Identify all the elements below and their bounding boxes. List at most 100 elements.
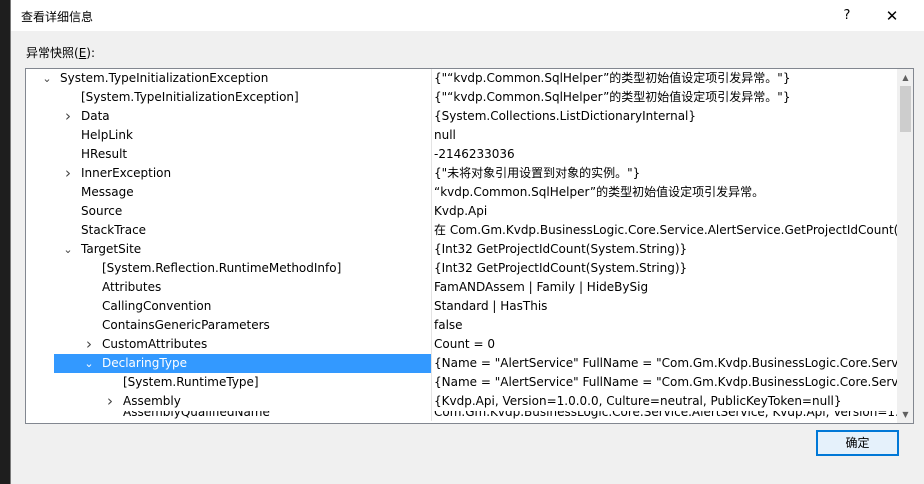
property-name: Source	[81, 204, 123, 218]
property-row[interactable]: HResult -2146233036	[26, 145, 897, 164]
snapshot-label-suffix: ):	[86, 46, 96, 60]
property-name-cell: ⌄ TargetSite	[26, 240, 432, 259]
property-name-cell: HResult	[26, 145, 432, 164]
property-row[interactable]: Message “kvdp.Common.SqlHelper”的类型初始值设定项引…	[26, 183, 897, 202]
property-name-cell: HelpLink	[26, 126, 432, 145]
property-name-cell: ⌄ System.TypeInitializationException	[26, 69, 432, 88]
property-row[interactable]: ContainsGenericParameters false	[26, 316, 897, 335]
chevron-down-icon[interactable]: ⌄	[83, 354, 95, 373]
property-value: {"未将对象引用设置到对象的实例。"}	[434, 166, 641, 180]
property-value: Kvdp.Api	[434, 204, 488, 218]
scroll-down-icon[interactable]: ▼	[897, 406, 913, 423]
property-row[interactable]: › InnerException {"未将对象引用设置到对象的实例。"}	[26, 164, 897, 183]
property-row[interactable]: [System.TypeInitializationException] {"“k…	[26, 88, 897, 107]
vertical-scrollbar[interactable]: ▲ ▼	[897, 69, 913, 423]
scrollbar-thumb[interactable]	[900, 86, 911, 132]
property-name-cell: › Data	[26, 107, 432, 126]
property-value: {Name = "AlertService" FullName = "Com.G…	[434, 356, 897, 370]
property-name: CustomAttributes	[102, 337, 208, 351]
property-row[interactable]: HelpLink null	[26, 126, 897, 145]
property-row[interactable]: AssemblyQualifiedName Com.Gm.Kvdp.Busines…	[26, 411, 897, 421]
property-name: TargetSite	[81, 242, 142, 256]
dialog-title: 查看详细信息	[21, 10, 94, 24]
property-name-cell: › Assembly	[26, 392, 432, 411]
property-name-cell: ContainsGenericParameters	[26, 316, 432, 335]
property-value: {Int32 GetProjectIdCount(System.String)}	[434, 261, 688, 275]
property-value: {Name = "AlertService" FullName = "Com.G…	[434, 375, 897, 389]
background-editor	[0, 0, 10, 484]
property-name: CallingConvention	[102, 299, 212, 313]
property-value: false	[434, 318, 463, 332]
property-name: StackTrace	[81, 223, 147, 237]
property-name-cell: [System.Reflection.RuntimeMethodInfo]	[26, 259, 432, 278]
property-value: null	[434, 128, 456, 142]
property-row[interactable]: [System.Reflection.RuntimeMethodInfo] {In…	[26, 259, 897, 278]
property-name: HelpLink	[81, 128, 133, 142]
property-row[interactable]: › Data {System.Collections.ListDictionaryI…	[26, 107, 897, 126]
property-name: InnerException	[81, 166, 172, 180]
property-name: Assembly	[123, 394, 181, 408]
property-name: [System.TypeInitializationException]	[81, 90, 299, 104]
property-row[interactable]: CallingConvention Standard | HasThis	[26, 297, 897, 316]
property-name-cell: StackTrace	[26, 221, 432, 240]
property-value: -2146233036	[434, 147, 515, 161]
property-name-cell: Source	[26, 202, 432, 221]
property-name: Message	[81, 185, 134, 199]
property-name-cell: › CustomAttributes	[26, 335, 432, 354]
property-row[interactable]: StackTrace 在 Com.Gm.Kvdp.BusinessLogic.C…	[26, 221, 897, 240]
title-bar: 查看详细信息 ? ✕	[11, 0, 924, 31]
property-row[interactable]: [System.RuntimeType] {Name = "AlertServic…	[26, 373, 897, 392]
property-name: HResult	[81, 147, 128, 161]
property-name-cell: ⌄ DeclaringType	[26, 354, 432, 373]
exception-snapshot-label: 异常快照(E):	[26, 44, 95, 61]
property-name: DeclaringType	[102, 356, 187, 370]
property-row[interactable]: ⌄ DeclaringType {Name = "AlertService" Ful…	[26, 354, 897, 373]
property-value: 在 Com.Gm.Kvdp.BusinessLogic.Core.Service…	[434, 223, 897, 237]
property-row[interactable]: › Assembly {Kvdp.Api, Version=1.0.0.0, Cul…	[26, 392, 897, 411]
property-value: FamANDAssem | Family | HideBySig	[434, 280, 649, 294]
property-name-cell: [System.TypeInitializationException]	[26, 88, 432, 107]
property-row[interactable]: Attributes FamANDAssem | Family | HideByS…	[26, 278, 897, 297]
chevron-down-icon[interactable]: ⌄	[62, 240, 74, 259]
property-value: {Int32 GetProjectIdCount(System.String)}	[434, 242, 688, 256]
property-name-cell: CallingConvention	[26, 297, 432, 316]
property-name: System.TypeInitializationException	[60, 71, 269, 85]
scroll-up-icon[interactable]: ▲	[897, 69, 913, 86]
exception-property-grid[interactable]: ⌄ System.TypeInitializationException {"“kv…	[25, 68, 914, 424]
view-detail-dialog: 查看详细信息 ? ✕ 异常快照(E): ⌄ System.TypeInitiali…	[10, 0, 924, 484]
chevron-right-icon[interactable]: ›	[83, 335, 95, 354]
property-name-cell: › InnerException	[26, 164, 432, 183]
property-value: Com.Gm.Kvdp.BusinessLogic.Core.Service.A…	[434, 411, 897, 419]
property-row[interactable]: ⌄ System.TypeInitializationException {"“kv…	[26, 69, 897, 88]
property-value: {"“kvdp.Common.SqlHelper”的类型初始值设定项引发异常。"…	[434, 90, 791, 104]
property-row[interactable]: › CustomAttributes Count = 0	[26, 335, 897, 354]
property-value: {System.Collections.ListDictionaryIntern…	[434, 109, 697, 123]
property-name-cell: [System.RuntimeType]	[26, 373, 432, 392]
chevron-right-icon[interactable]: ›	[62, 164, 74, 183]
property-name: Data	[81, 109, 110, 123]
property-name: AssemblyQualifiedName	[123, 411, 270, 419]
property-value: Count = 0	[434, 337, 495, 351]
property-name-cell: Message	[26, 183, 432, 202]
property-name: ContainsGenericParameters	[102, 318, 270, 332]
property-row[interactable]: Source Kvdp.Api	[26, 202, 897, 221]
row-highlight	[54, 107, 431, 126]
chevron-right-icon[interactable]: ›	[104, 392, 116, 411]
property-name-cell: AssemblyQualifiedName	[26, 411, 432, 421]
property-name: [System.RuntimeType]	[123, 375, 259, 389]
property-value: Standard | HasThis	[434, 299, 548, 313]
ok-button[interactable]: 确定	[816, 430, 899, 456]
property-name: [System.Reflection.RuntimeMethodInfo]	[102, 261, 342, 275]
property-value: {"“kvdp.Common.SqlHelper”的类型初始值设定项引发异常。"…	[434, 71, 791, 85]
property-row[interactable]: ⌄ TargetSite {Int32 GetProjectIdCount(Syst…	[26, 240, 897, 259]
help-button[interactable]: ?	[837, 6, 857, 26]
chevron-right-icon[interactable]: ›	[62, 107, 74, 126]
chevron-down-icon[interactable]: ⌄	[41, 69, 53, 88]
property-name-cell: Attributes	[26, 278, 432, 297]
close-button[interactable]: ✕	[881, 6, 903, 26]
property-value: {Kvdp.Api, Version=1.0.0.0, Culture=neut…	[434, 394, 842, 408]
property-name: Attributes	[102, 280, 162, 294]
snapshot-label-prefix: 异常快照(	[26, 46, 79, 60]
property-rows: ⌄ System.TypeInitializationException {"“kv…	[26, 69, 897, 421]
property-value: “kvdp.Common.SqlHelper”的类型初始值设定项引发异常。	[434, 185, 765, 199]
